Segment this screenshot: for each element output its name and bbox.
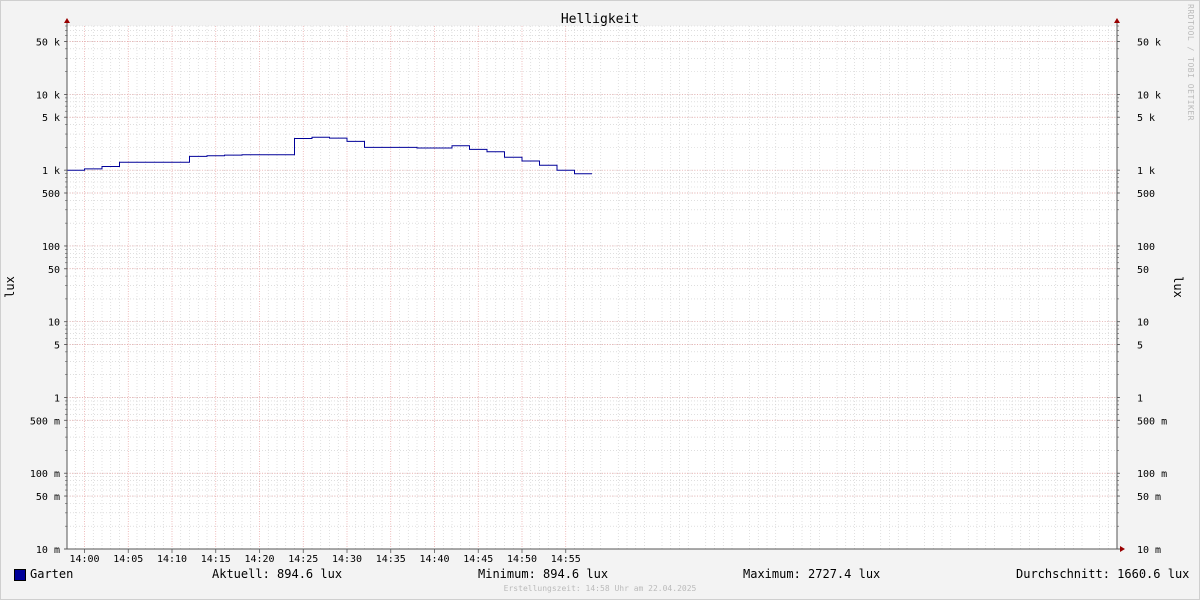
y-tick-label-left: 50 k	[36, 37, 60, 48]
y-tick-label-right: 1	[1137, 393, 1143, 404]
y-tick-label-left: 50 m	[36, 492, 60, 503]
y-tick-label-right: 100	[1137, 242, 1155, 253]
y-tick-label-right: 50 k	[1137, 37, 1161, 48]
legend-minimum: Minimum: 894.6 lux	[478, 567, 609, 581]
y-tick-label-left: 10 k	[36, 90, 60, 101]
x-tick-label: 14:30	[332, 554, 362, 565]
y-tick-label-right: 50	[1137, 265, 1149, 276]
legend-series-name: Garten	[30, 567, 74, 581]
y-tick-label-right: 100 m	[1137, 469, 1167, 480]
x-tick-label: 14:40	[419, 554, 449, 565]
y-tick-label-left: 500	[42, 189, 60, 200]
y-tick-label-right: 500	[1137, 189, 1155, 200]
x-tick-label: 14:05	[113, 554, 143, 565]
y-tick-label-left: 500 m	[30, 416, 60, 427]
chart: 10 m 10 m 50 m 50 m 100 m 100 m 500 m 500 m 1 1 5 5…	[0, 0, 1200, 600]
y-tick-label-right: 50 m	[1137, 492, 1161, 503]
y-tick-label-left: 5	[54, 341, 60, 352]
y-tick-label-left: 5 k	[42, 113, 60, 124]
legend-maximum: Maximum: 2727.4 lux	[743, 567, 881, 581]
footer-timestamp: Erstellungszeit: 14:58 Uhr am 22.04.2025	[503, 584, 697, 593]
watermark: RRDTOOL / TOBI OETIKER	[1186, 4, 1195, 121]
x-tick-label: 14:20	[244, 554, 274, 565]
y-tick-label-left: 1	[54, 393, 60, 404]
x-tick-label: 14:25	[288, 554, 318, 565]
y-tick-label-right: 10 m	[1137, 545, 1161, 556]
y-tick-label-left: 10 m	[36, 545, 60, 556]
legend-swatch	[14, 569, 26, 581]
x-tick-label: 14:15	[201, 554, 231, 565]
legend-current: Aktuell: 894.6 lux	[212, 567, 343, 581]
y-tick-label-left: 10	[48, 318, 60, 329]
y-tick-label-left: 100	[42, 242, 60, 253]
y-tick-label-left: 1 k	[42, 166, 60, 177]
y-tick-label-right: 5	[1137, 341, 1143, 352]
y-axis-label-right: lux	[1171, 276, 1185, 298]
y-tick-label-left: 100 m	[30, 469, 60, 480]
chart-title: Helligkeit	[561, 12, 639, 27]
x-tick-label: 14:45	[463, 554, 493, 565]
y-tick-label-right: 500 m	[1137, 416, 1167, 427]
x-tick-label: 14:55	[551, 554, 581, 565]
x-tick-label: 14:00	[69, 554, 99, 565]
y-tick-label-right: 10 k	[1137, 90, 1161, 101]
y-tick-label-left: 50	[48, 265, 60, 276]
y-tick-label-right: 1 k	[1137, 166, 1155, 177]
x-tick-label: 14:35	[376, 554, 406, 565]
y-tick-label-right: 5 k	[1137, 113, 1155, 124]
legend-average: Durchschnitt: 1660.6 lux	[1016, 567, 1190, 581]
y-axis-label-left: lux	[3, 276, 17, 298]
x-tick-label: 14:50	[507, 554, 537, 565]
x-tick-label: 14:10	[157, 554, 187, 565]
y-tick-label-right: 10	[1137, 318, 1149, 329]
